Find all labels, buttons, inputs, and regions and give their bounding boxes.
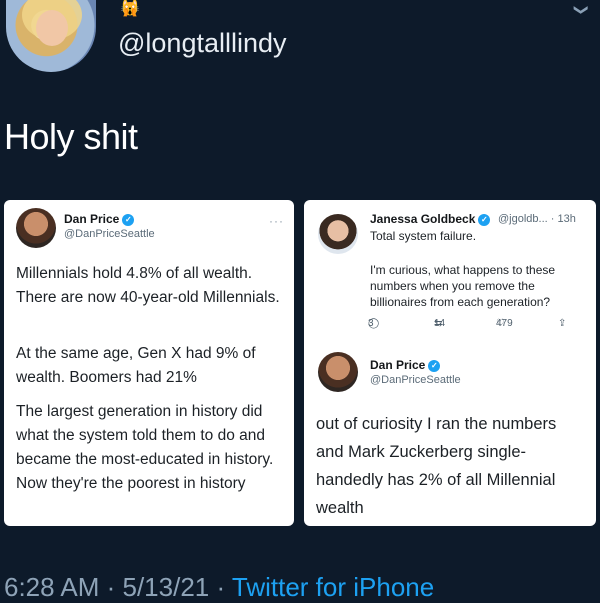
- embedded-image-right[interactable]: Janessa Goldbeck ✓ @jgoldb... · 13h Total…: [304, 200, 596, 526]
- quote-author-name: Janessa Goldbeck ✓: [370, 212, 491, 226]
- reply-author-name: Dan Price ✓: [370, 358, 441, 372]
- profile-avatar[interactable]: [6, 0, 96, 72]
- more-options-icon: ···: [269, 214, 284, 228]
- reply-count: 3: [368, 318, 374, 329]
- quote-handle-time: @jgoldb... · 13h: [498, 213, 576, 225]
- reply-body: out of curiosity I ran the numbers and M…: [316, 415, 557, 517]
- tweet-text: Holy shit: [4, 116, 138, 157]
- quote-author-name-text: Janessa Goldbeck: [370, 212, 476, 226]
- verified-icon: ✓: [478, 213, 491, 226]
- share-icon: ⇪: [558, 318, 567, 329]
- paragraph-1: Millennials hold 4.8% of all wealth. The…: [16, 265, 280, 306]
- like-count: 479: [496, 318, 513, 329]
- author-handle: @DanPriceSeattle: [64, 228, 155, 240]
- tweet-actions: ◯ 3 ⇆ 14 ♡ 479 ⇪: [360, 318, 585, 334]
- reply-author-handle: @DanPriceSeattle: [370, 374, 461, 386]
- verified-icon: ✓: [428, 359, 441, 372]
- quote-body: I'm curious, what happens to these numbe…: [370, 263, 556, 309]
- user-handle[interactable]: @longtalllindy: [118, 28, 287, 59]
- verified-icon: ✓: [122, 213, 135, 226]
- tweet-source-link[interactable]: Twitter for iPhone: [232, 572, 434, 602]
- paragraph-2: At the same age, Gen X had 9% of wealth.…: [16, 345, 256, 386]
- dan-price-avatar: [16, 208, 56, 248]
- scream-cat-emoji-icon: 🙀: [120, 0, 140, 17]
- dan-price-avatar-2: [318, 352, 358, 392]
- reply-author-name-text: Dan Price: [370, 358, 426, 372]
- tweet-timestamp: 6:28 AM · 5/13/21 ·: [4, 572, 232, 602]
- retweet-count: 14: [434, 318, 446, 329]
- paragraph-3: The largest generation in history did wh…: [16, 403, 274, 492]
- tweet-footer: 6:28 AM · 5/13/21 · Twitter for iPhone: [4, 572, 434, 603]
- quote-line1: Total system failure.: [370, 229, 477, 243]
- avatar-face: [36, 10, 68, 46]
- embedded-image-left[interactable]: Dan Price ✓ @DanPriceSeattle ··· Millenni…: [4, 200, 294, 526]
- janessa-avatar: [318, 214, 358, 254]
- author-name-text: Dan Price: [64, 212, 120, 226]
- chevron-down-icon[interactable]: ❯: [572, 4, 590, 22]
- author-name: Dan Price ✓: [64, 212, 135, 226]
